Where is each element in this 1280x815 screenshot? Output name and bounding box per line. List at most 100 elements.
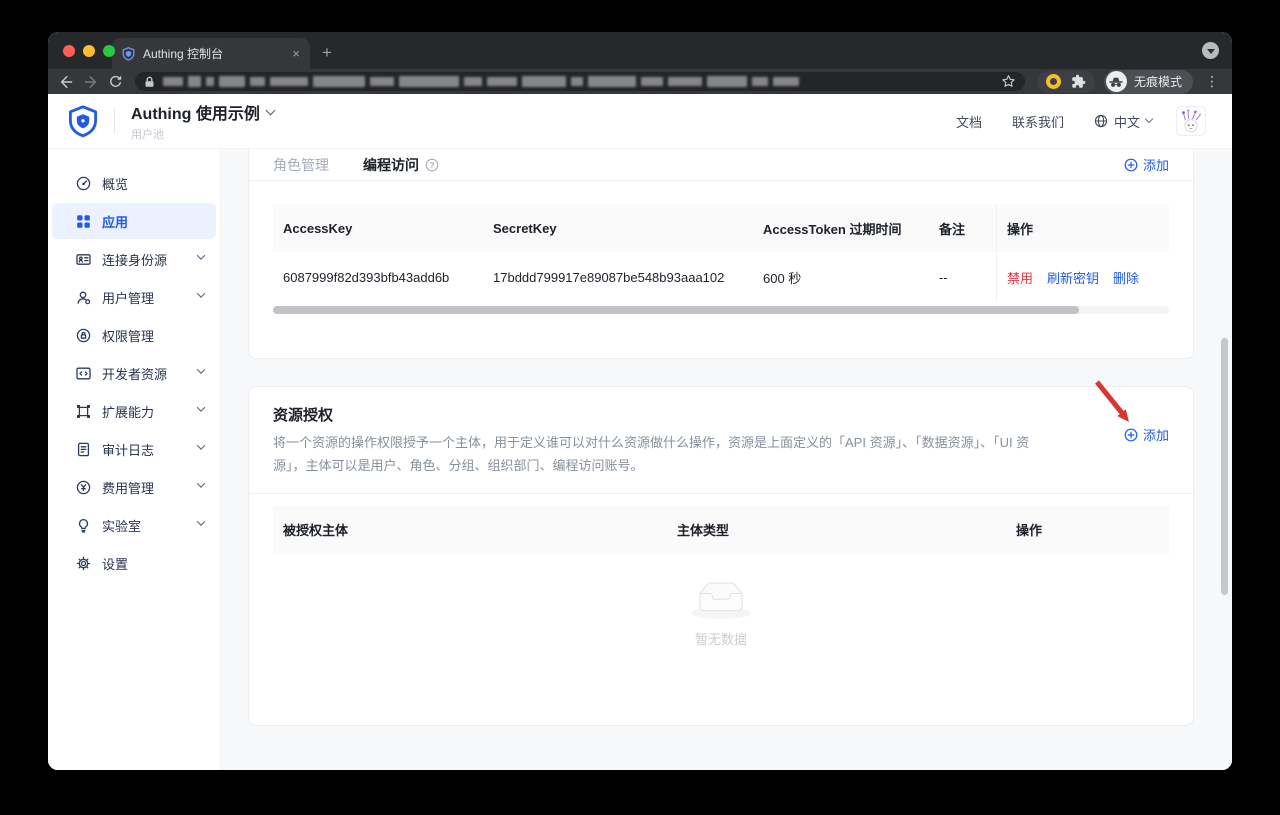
browser-menu-button[interactable]: ⋮ <box>1202 73 1222 90</box>
col-remark: 备注 <box>929 204 996 252</box>
chevron-down-icon <box>197 289 205 297</box>
sidebar-item-identity-sources[interactable]: 连接身份源 <box>52 241 216 277</box>
globe-icon <box>1094 114 1108 128</box>
language-switcher[interactable]: 中文 <box>1094 112 1152 131</box>
resource-auth-header: 资源授权 将一个资源的操作权限授予一个主体，用于定义谁可以对什么资源做什么操作，… <box>249 387 1193 494</box>
horizontal-scrollbar-thumb[interactable] <box>273 306 1079 314</box>
contact-link[interactable]: 联系我们 <box>1012 112 1064 131</box>
frame-corners-icon <box>76 404 91 419</box>
header-divider <box>114 108 115 134</box>
close-window-button[interactable] <box>63 45 75 57</box>
chevron-down-icon <box>197 251 205 259</box>
main-content: 角色管理 编程访问 ? 添加 AccessKey Sec <box>221 149 1232 770</box>
secret-key-value: 17bddd799917e89087be548b93aaa102 <box>483 252 753 302</box>
chevron-down-icon <box>265 105 275 115</box>
extension-badge-icon[interactable] <box>1046 74 1061 89</box>
section-description: 将一个资源的操作权限授予一个主体，用于定义谁可以对什么资源做什么操作，资源是上面… <box>273 432 1048 478</box>
browser-tabstrip: Authing 控制台 × + <box>48 32 1232 69</box>
authing-logo-icon[interactable] <box>68 105 98 138</box>
table-row: 6087999f82d393bfb43add6b 17bddd799917e89… <box>273 252 1169 302</box>
tab-close-icon[interactable]: × <box>292 47 300 60</box>
bookmark-star-icon[interactable] <box>1001 74 1016 89</box>
chevron-down-icon <box>1207 49 1215 54</box>
incognito-icon <box>1106 71 1127 92</box>
sidebar-item-extensions[interactable]: 扩展能力 <box>52 393 216 429</box>
sidebar-item-overview[interactable]: 概览 <box>52 165 216 201</box>
id-card-icon <box>76 252 91 267</box>
add-resource-auth-button[interactable]: 添加 <box>1124 425 1169 444</box>
sidebar: 概览 应用 连接身份源 用户管理 权限管理 <box>48 149 221 770</box>
vertical-scrollbar-thumb[interactable] <box>1221 338 1228 595</box>
user-avatar[interactable] <box>1176 106 1206 136</box>
access-key-value: 6087999f82d393bfb43add6b <box>273 252 483 302</box>
tab-programmatic-access[interactable]: 编程访问 ? <box>363 155 439 175</box>
delete-button[interactable]: 删除 <box>1113 268 1139 287</box>
sidebar-item-billing[interactable]: 费用管理 <box>52 469 216 505</box>
sidebar-item-developer-resources[interactable]: 开发者资源 <box>52 355 216 391</box>
code-window-icon <box>76 366 91 381</box>
col-secretkey: SecretKey <box>483 204 753 252</box>
tab-search-chevron-button[interactable] <box>1202 42 1219 59</box>
empty-state: 暂无数据 <box>273 580 1169 648</box>
docs-link[interactable]: 文档 <box>956 112 982 131</box>
currency-circle-icon <box>76 480 91 495</box>
browser-tab[interactable]: Authing 控制台 × <box>112 38 310 69</box>
col-subject-type: 主体类型 <box>667 506 1006 554</box>
sidebar-item-labs[interactable]: 实验室 <box>52 507 216 543</box>
apps-grid-icon <box>76 214 91 229</box>
horizontal-scrollbar-track[interactable] <box>273 306 1169 314</box>
incognito-label: 无痕模式 <box>1134 73 1182 90</box>
resource-auth-table: 被授权主体 主体类型 操作 暂无数据 <box>273 506 1169 648</box>
lock-circle-icon <box>76 328 91 343</box>
forward-button[interactable] <box>83 74 99 90</box>
traffic-lights <box>63 45 115 57</box>
svg-text:?: ? <box>429 159 434 169</box>
lock-icon <box>144 76 155 88</box>
workspace-type-label: 用户池 <box>131 126 274 142</box>
plus-circle-icon <box>1124 428 1138 442</box>
plus-circle-icon <box>1124 158 1138 172</box>
workspace-name: Authing 使用示例 <box>131 100 260 124</box>
incognito-indicator: 无痕模式 <box>1104 70 1193 94</box>
sidebar-item-settings[interactable]: 设置 <box>52 545 216 581</box>
col-accesskey: AccessKey <box>273 204 483 252</box>
chevron-down-icon <box>197 441 205 449</box>
reload-button[interactable] <box>108 74 123 89</box>
col-actions: 操作 <box>996 204 1169 252</box>
new-tab-button[interactable]: + <box>322 43 332 63</box>
tab-title: Authing 控制台 <box>143 45 284 62</box>
lightbulb-icon <box>76 518 91 533</box>
refresh-secret-button[interactable]: 刷新密钥 <box>1047 268 1099 287</box>
language-label: 中文 <box>1114 112 1140 131</box>
app-header: Authing 使用示例 用户池 文档 联系我们 中文 <box>48 94 1232 148</box>
back-button[interactable] <box>58 74 74 90</box>
authing-console-page: Authing 使用示例 用户池 文档 联系我们 中文 <box>48 94 1232 770</box>
sidebar-item-user-management[interactable]: 用户管理 <box>52 279 216 315</box>
add-access-key-button[interactable]: 添加 <box>1124 155 1169 174</box>
minimize-window-button[interactable] <box>83 45 95 57</box>
sidebar-item-permissions[interactable]: 权限管理 <box>52 317 216 353</box>
sidebar-item-applications[interactable]: 应用 <box>52 203 216 239</box>
log-document-icon <box>76 442 91 457</box>
chevron-down-icon <box>197 365 205 373</box>
workspace-switcher[interactable]: Authing 使用示例 用户池 <box>131 100 274 142</box>
col-authorized-subject: 被授权主体 <box>273 506 667 554</box>
browser-window: Authing 控制台 × + <box>48 32 1232 770</box>
user-icon <box>76 290 91 305</box>
table-header-row: 被授权主体 主体类型 操作 <box>273 506 1169 554</box>
tab-role-management[interactable]: 角色管理 <box>273 155 329 175</box>
chevron-down-icon <box>197 517 205 525</box>
col-actions: 操作 <box>1006 506 1169 554</box>
gauge-icon <box>76 176 91 191</box>
chevron-down-icon <box>197 479 205 487</box>
row-actions: 禁用 刷新密钥 删除 <box>996 252 1169 302</box>
extensions-puzzle-icon[interactable] <box>1071 74 1086 89</box>
url-bar[interactable] <box>135 72 1025 91</box>
zoom-window-button[interactable] <box>103 45 115 57</box>
section-title: 资源授权 <box>273 404 1169 425</box>
sidebar-item-audit-logs[interactable]: 审计日志 <box>52 431 216 467</box>
extensions-area <box>1037 71 1095 93</box>
help-circle-icon[interactable]: ? <box>425 158 439 172</box>
empty-inbox-icon <box>689 580 753 621</box>
disable-button[interactable]: 禁用 <box>1007 268 1033 287</box>
